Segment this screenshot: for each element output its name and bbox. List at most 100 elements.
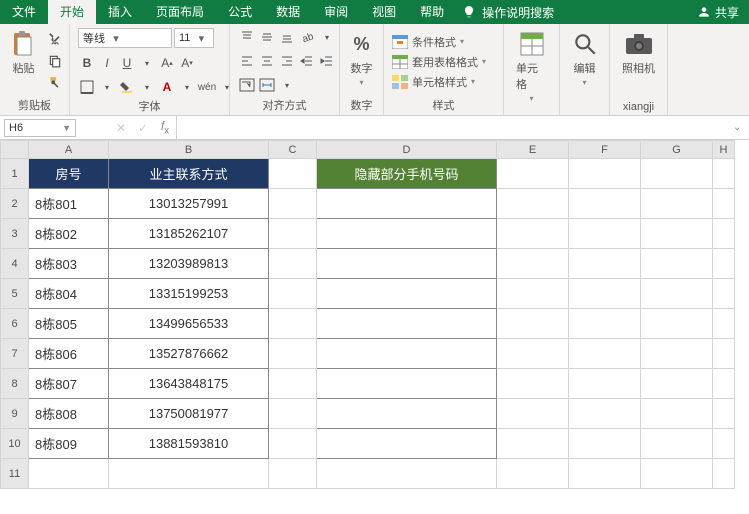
cell[interactable]: 8栋801 xyxy=(29,189,109,219)
cells-button[interactable]: 单元格 ▾ xyxy=(512,28,551,105)
cell[interactable] xyxy=(713,189,735,219)
tell-me-search[interactable]: 操作说明搜索 xyxy=(482,4,566,21)
number-format-button[interactable]: % 数字 ▾ xyxy=(344,28,380,89)
increase-indent-button[interactable] xyxy=(318,52,336,70)
format-painter-button[interactable] xyxy=(46,74,64,92)
cell[interactable]: 13185262107 xyxy=(109,219,269,249)
row-header[interactable]: 8 xyxy=(1,369,29,399)
cell[interactable]: 13315199253 xyxy=(109,279,269,309)
select-all-corner[interactable] xyxy=(1,141,29,159)
cell[interactable]: 13881593810 xyxy=(109,429,269,459)
cell[interactable] xyxy=(713,429,735,459)
cell[interactable] xyxy=(269,279,317,309)
cell[interactable]: 8栋807 xyxy=(29,369,109,399)
share-button[interactable]: 共享 xyxy=(687,4,749,21)
cancel-formula-button[interactable]: ✕ xyxy=(110,121,132,135)
border-dropdown[interactable]: ▾ xyxy=(98,78,116,96)
cell[interactable] xyxy=(269,309,317,339)
italic-button[interactable]: I xyxy=(98,54,116,72)
cell[interactable] xyxy=(569,459,641,489)
row-header[interactable]: 5 xyxy=(1,279,29,309)
column-header[interactable]: H xyxy=(713,141,735,159)
cell[interactable] xyxy=(569,159,641,189)
tab-insert[interactable]: 插入 xyxy=(96,0,144,24)
cell[interactable]: 8栋808 xyxy=(29,399,109,429)
cell[interactable]: 8栋802 xyxy=(29,219,109,249)
font-name-select[interactable]: 等线 ▾ xyxy=(78,28,172,48)
cell[interactable]: 隐藏部分手机号码 xyxy=(317,159,497,189)
cell[interactable] xyxy=(317,279,497,309)
align-right-button[interactable] xyxy=(278,52,296,70)
bold-button[interactable]: B xyxy=(78,54,96,72)
cell[interactable] xyxy=(497,309,569,339)
cell[interactable]: 8栋806 xyxy=(29,339,109,369)
format-as-table-button[interactable]: 套用表格格式 ▾ xyxy=(392,53,486,71)
row-header[interactable]: 7 xyxy=(1,339,29,369)
cell[interactable] xyxy=(569,219,641,249)
cell[interactable] xyxy=(641,429,713,459)
cell[interactable] xyxy=(641,459,713,489)
column-header[interactable]: G xyxy=(641,141,713,159)
conditional-format-button[interactable]: 条件格式 ▾ xyxy=(392,33,464,51)
align-left-button[interactable] xyxy=(238,52,256,70)
column-header[interactable]: E xyxy=(497,141,569,159)
cell[interactable] xyxy=(317,189,497,219)
wrap-text-button[interactable] xyxy=(238,76,256,94)
align-bottom-button[interactable] xyxy=(278,28,296,46)
decrease-indent-button[interactable] xyxy=(298,52,316,70)
cell[interactable] xyxy=(713,399,735,429)
cell[interactable]: 房号 xyxy=(29,159,109,189)
row-header[interactable]: 10 xyxy=(1,429,29,459)
cell[interactable]: 13203989813 xyxy=(109,249,269,279)
cell[interactable] xyxy=(713,279,735,309)
cell[interactable] xyxy=(713,459,735,489)
fill-color-button[interactable] xyxy=(118,78,136,96)
cell[interactable] xyxy=(317,429,497,459)
tab-page-layout[interactable]: 页面布局 xyxy=(144,0,216,24)
cell[interactable] xyxy=(713,159,735,189)
expand-formula-bar[interactable]: ⌄ xyxy=(733,122,749,133)
column-header[interactable]: C xyxy=(269,141,317,159)
cell[interactable] xyxy=(29,459,109,489)
cell[interactable] xyxy=(497,189,569,219)
cell[interactable] xyxy=(269,459,317,489)
tab-home[interactable]: 开始 xyxy=(48,0,96,24)
merge-center-button[interactable] xyxy=(258,76,276,94)
cell[interactable] xyxy=(317,339,497,369)
cell[interactable] xyxy=(641,219,713,249)
copy-button[interactable] xyxy=(46,52,64,70)
cell[interactable]: 13499656533 xyxy=(109,309,269,339)
cell[interactable] xyxy=(641,309,713,339)
cell[interactable]: 8栋809 xyxy=(29,429,109,459)
orientation-button[interactable]: ab xyxy=(298,28,316,46)
cell[interactable] xyxy=(641,279,713,309)
cell[interactable] xyxy=(269,249,317,279)
phonetic-button[interactable]: wén xyxy=(198,78,216,96)
cut-button[interactable] xyxy=(46,30,64,48)
cell[interactable] xyxy=(569,279,641,309)
row-header[interactable]: 2 xyxy=(1,189,29,219)
cell[interactable] xyxy=(713,249,735,279)
tab-file[interactable]: 文件 xyxy=(0,0,48,24)
cell[interactable] xyxy=(569,309,641,339)
enter-formula-button[interactable]: ✓ xyxy=(132,121,154,135)
worksheet-grid[interactable]: ABCDEFGH1房号业主联系方式隐藏部分手机号码28栋801130132579… xyxy=(0,140,749,489)
tab-review[interactable]: 审阅 xyxy=(312,0,360,24)
row-header[interactable]: 1 xyxy=(1,159,29,189)
cell[interactable] xyxy=(713,309,735,339)
cell[interactable]: 8栋804 xyxy=(29,279,109,309)
tab-data[interactable]: 数据 xyxy=(264,0,312,24)
merge-dropdown[interactable]: ▾ xyxy=(278,76,296,94)
column-header[interactable]: F xyxy=(569,141,641,159)
cell[interactable]: 13643848175 xyxy=(109,369,269,399)
orientation-dropdown[interactable]: ▾ xyxy=(318,28,336,46)
camera-button[interactable]: 照相机 xyxy=(618,28,659,78)
cell[interactable] xyxy=(713,369,735,399)
cell[interactable] xyxy=(497,399,569,429)
row-header[interactable]: 4 xyxy=(1,249,29,279)
tab-formulas[interactable]: 公式 xyxy=(216,0,264,24)
font-color-button[interactable]: A xyxy=(158,78,176,96)
cell[interactable] xyxy=(269,189,317,219)
cell[interactable]: 业主联系方式 xyxy=(109,159,269,189)
cell[interactable] xyxy=(569,339,641,369)
